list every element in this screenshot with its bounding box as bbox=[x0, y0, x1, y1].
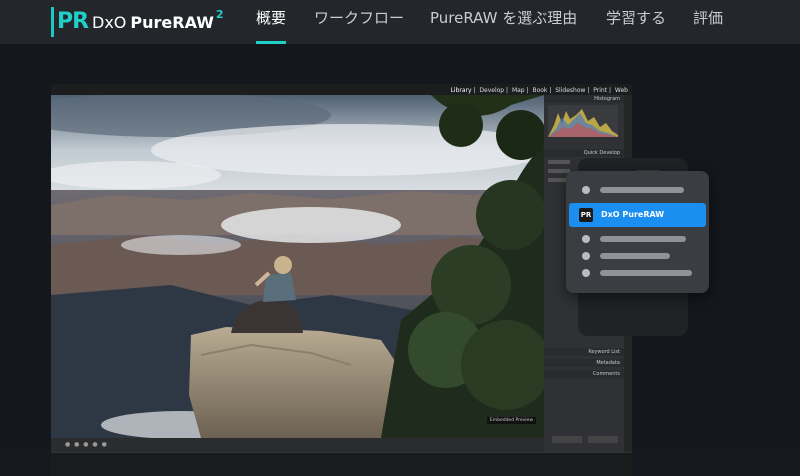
reset-button bbox=[588, 436, 618, 443]
panel-metadata[interactable]: Metadata bbox=[544, 359, 624, 367]
brand-dxo: DxO bbox=[92, 12, 127, 32]
brand-version: 2 bbox=[215, 7, 224, 21]
rating-stars-icon: ● ● ● ● ● bbox=[65, 441, 108, 448]
top-navigation: PR DxO PureRAW 2 概要 ワークフロー PureRAW を選ぶ理由… bbox=[0, 0, 800, 44]
nav-overview[interactable]: 概要 bbox=[256, 6, 286, 30]
menu-item-placeholder bbox=[566, 250, 709, 262]
nav-why-pureraw[interactable]: PureRAW を選ぶ理由 bbox=[430, 6, 577, 30]
sync-button bbox=[552, 436, 582, 443]
canyon-photo: Embedded Preview bbox=[51, 95, 544, 438]
nav-workflow[interactable]: ワークフロー bbox=[314, 6, 404, 30]
brand-product: PureRAW bbox=[130, 12, 214, 32]
module-book: Book bbox=[532, 87, 548, 94]
panel-keyword-list[interactable]: Keyword List bbox=[544, 348, 624, 356]
nav-reviews[interactable]: 評価 bbox=[693, 6, 723, 30]
module-develop: Develop bbox=[479, 87, 505, 94]
panel-comments[interactable]: Comments bbox=[544, 370, 624, 378]
histogram-svg bbox=[548, 109, 618, 137]
filmstrip bbox=[51, 452, 632, 476]
dxo-pureraw-logo[interactable]: PR DxO PureRAW 2 bbox=[51, 5, 224, 39]
module-library: Library bbox=[450, 87, 472, 94]
lightroom-screenshot: Library | Develop | Map | Book | Slidesh… bbox=[51, 84, 632, 476]
pureraw-logo-icon: PR bbox=[51, 7, 89, 37]
panel-histogram[interactable]: Histogram bbox=[544, 95, 624, 103]
canyon-photo-image bbox=[51, 95, 544, 438]
panel-quick-develop[interactable]: Quick Develop bbox=[544, 149, 624, 157]
pureraw-menu-icon: PR bbox=[579, 208, 593, 222]
menu-item-placeholder bbox=[566, 267, 709, 279]
module-map: Map bbox=[511, 87, 525, 94]
menu-item-dxo-pureraw[interactable]: PR DxO PureRAW bbox=[569, 203, 706, 227]
module-slideshow: Slideshow bbox=[555, 87, 586, 94]
context-menu-card bbox=[566, 171, 709, 293]
module-web: Web bbox=[614, 87, 628, 94]
histogram-graph bbox=[548, 105, 618, 137]
nav-learn[interactable]: 学習する bbox=[606, 6, 666, 30]
menu-item-label: DxO PureRAW bbox=[601, 210, 665, 219]
embedded-preview-badge: Embedded Preview bbox=[486, 417, 536, 424]
module-print: Print bbox=[593, 87, 608, 94]
menu-item-placeholder bbox=[566, 233, 709, 245]
menu-item-placeholder bbox=[566, 184, 709, 196]
